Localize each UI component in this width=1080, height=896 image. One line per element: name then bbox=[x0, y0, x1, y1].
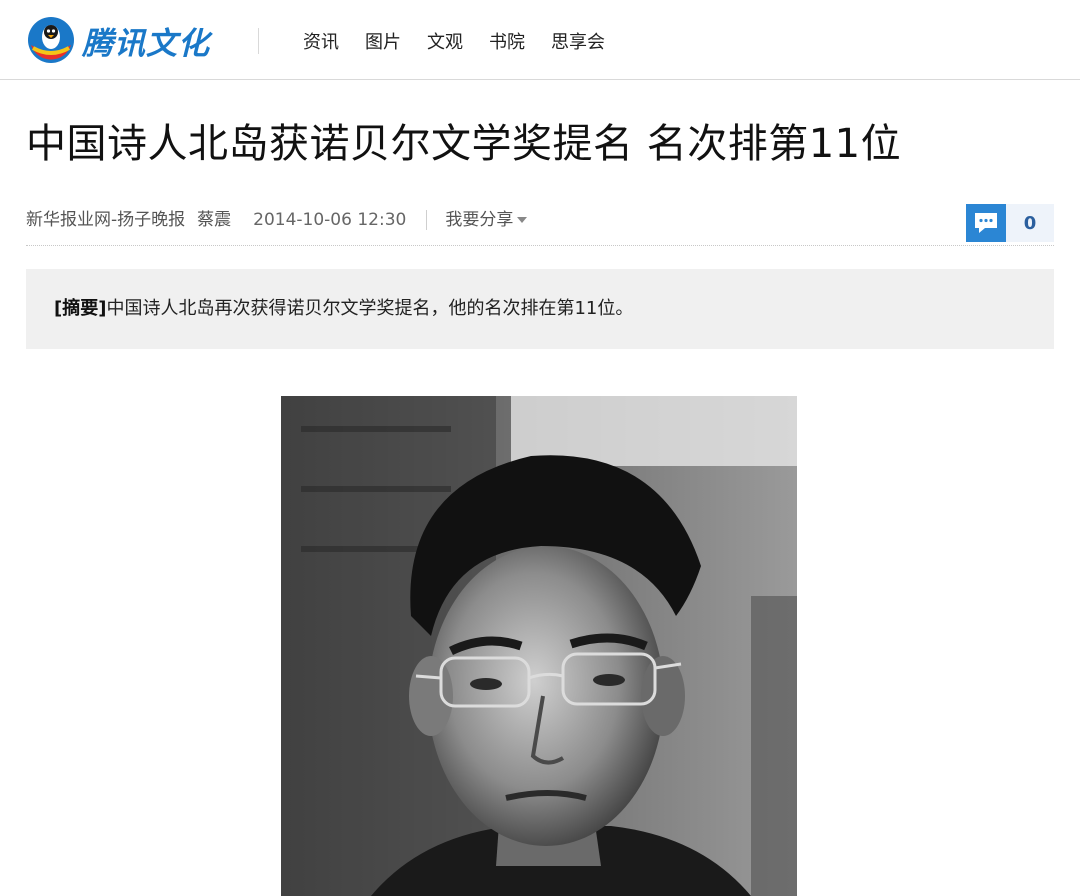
main-nav: 资讯 图片 文观 书院 思享会 bbox=[303, 30, 631, 56]
nav-item-academy[interactable]: 书院 bbox=[489, 30, 525, 56]
meta-info: 新华报业网-扬子晚报 蔡震 2014-10-06 12:30 我要分享 bbox=[26, 208, 528, 232]
top-header: 腾讯文化 资讯 图片 文观 书院 思享会 bbox=[0, 0, 1080, 80]
nav-item-pictures[interactable]: 图片 bbox=[365, 30, 401, 56]
summary-body: 中国诗人北岛再次获得诺贝尔文学奖提名，他的名次排在第11位。 bbox=[106, 298, 634, 319]
article-author: 蔡震 bbox=[197, 210, 232, 230]
article-summary: [摘要]中国诗人北岛再次获得诺贝尔文学奖提名，他的名次排在第11位。 bbox=[26, 269, 1054, 349]
nav-item-forum[interactable]: 思享会 bbox=[551, 30, 605, 56]
share-dropdown-button[interactable]: 我要分享 bbox=[445, 208, 528, 232]
comment-bubble-icon bbox=[975, 213, 997, 233]
article-photo bbox=[281, 396, 797, 896]
header-divider bbox=[258, 28, 259, 54]
site-logo[interactable]: 腾讯文化 bbox=[26, 14, 210, 66]
article-source-link[interactable]: 新华报业网-扬子晚报 bbox=[26, 208, 185, 232]
publish-time: 2014-10-06 12:30 bbox=[253, 210, 407, 230]
logo-text: 腾讯文化 bbox=[82, 25, 210, 62]
comment-button[interactable]: 0 bbox=[966, 204, 1054, 242]
nav-item-views[interactable]: 文观 bbox=[427, 30, 463, 56]
article-title: 中国诗人北岛获诺贝尔文学奖提名 名次排第11位 bbox=[26, 121, 902, 167]
tencent-penguin-icon bbox=[28, 17, 74, 63]
nav-item-news[interactable]: 资讯 bbox=[303, 30, 339, 56]
summary-text: [摘要]中国诗人北岛再次获得诺贝尔文学奖提名，他的名次排在第11位。 bbox=[54, 295, 633, 323]
share-label: 我要分享 bbox=[445, 210, 514, 230]
article-meta-bar: 新华报业网-扬子晚报 蔡震 2014-10-06 12:30 我要分享 0 bbox=[26, 200, 1054, 246]
comment-count: 0 bbox=[1006, 204, 1054, 242]
comment-icon-wrap bbox=[966, 204, 1006, 242]
summary-label: [摘要] bbox=[54, 298, 107, 319]
portrait-photo bbox=[281, 396, 797, 896]
meta-separator bbox=[426, 210, 428, 230]
caret-down-icon bbox=[517, 217, 528, 223]
